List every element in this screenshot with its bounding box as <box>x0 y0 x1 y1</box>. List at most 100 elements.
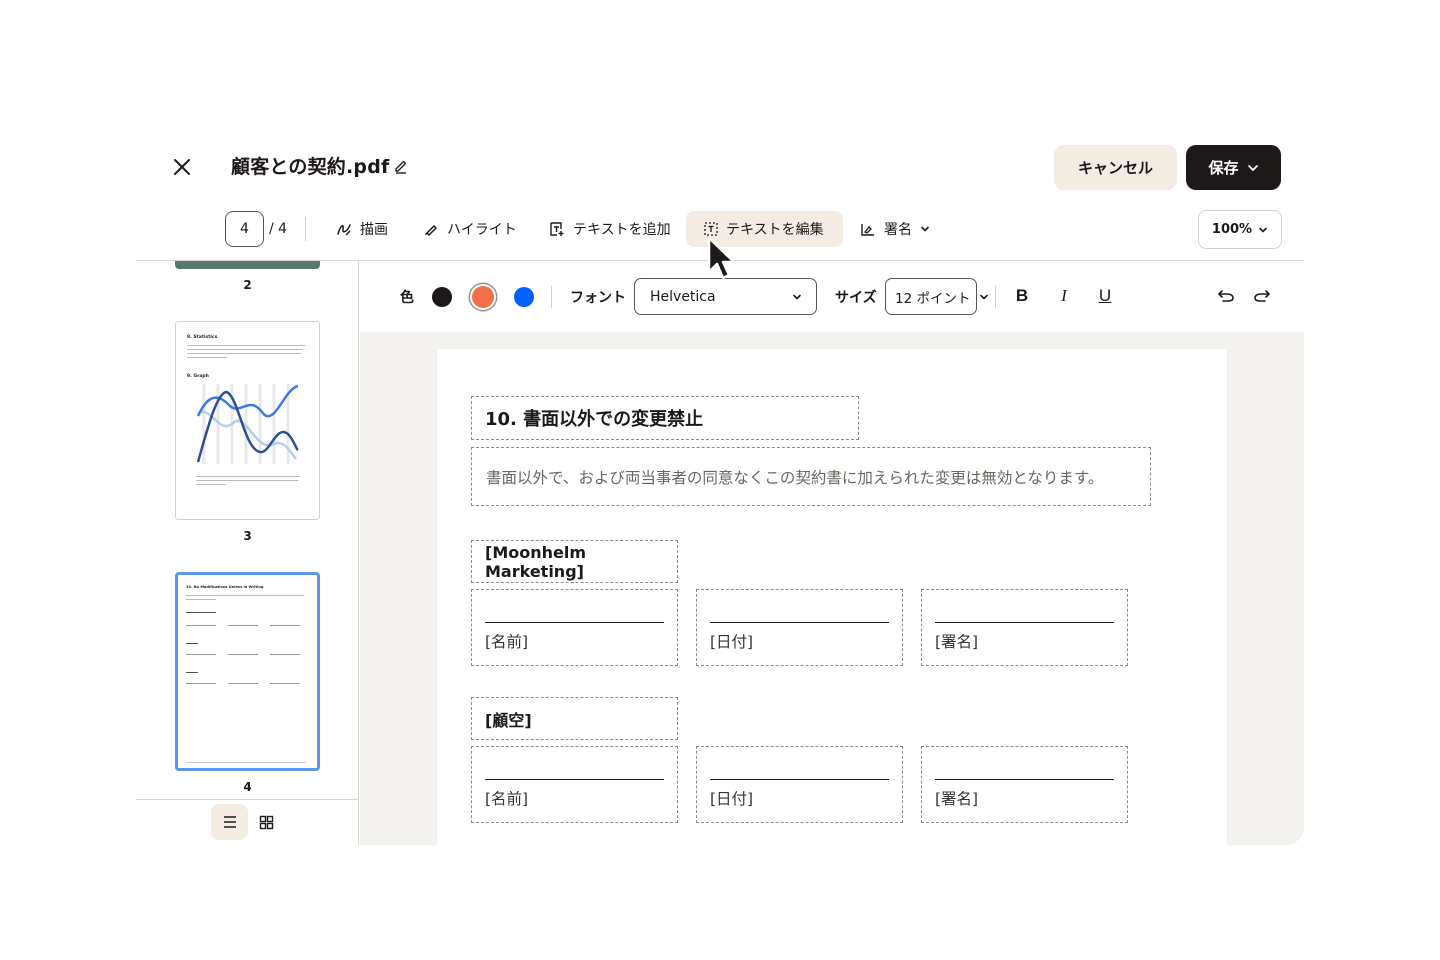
signature-line <box>186 625 216 626</box>
tool-edit-text[interactable]: テキストを編集 <box>686 211 843 247</box>
signature-line <box>710 622 889 623</box>
toolbar-separator <box>305 217 306 241</box>
save-button-label: 保存 <box>1208 159 1239 177</box>
signature-line <box>270 654 300 655</box>
section-title-textbox[interactable]: 10. 書面以外での変更禁止 <box>471 396 859 440</box>
page-number-input[interactable]: 4 <box>225 211 264 247</box>
chevron-down-icon <box>1247 164 1258 171</box>
text-line <box>186 599 216 600</box>
undo-button[interactable] <box>1212 282 1240 310</box>
text-line <box>187 353 301 354</box>
party-1-signature-field[interactable]: [署名] <box>921 589 1128 666</box>
page-thumbnail-2[interactable] <box>175 261 320 269</box>
format-separator <box>995 286 996 308</box>
redo-button[interactable] <box>1248 282 1276 310</box>
thumbnail-page-number: 2 <box>243 278 252 292</box>
page-thumbnail-3[interactable]: 8. Statistics 9. Graph <box>175 321 320 520</box>
bold-button[interactable]: B <box>1008 282 1036 310</box>
party-2-date-field[interactable]: [日付] <box>696 746 903 823</box>
tool-add-text[interactable]: テキストを追加 <box>539 211 681 247</box>
text-line <box>186 595 304 596</box>
tool-add-text-label: テキストを追加 <box>573 222 671 238</box>
party-1-textbox[interactable]: [Moonhelm Marketing] <box>471 540 678 583</box>
underline-button[interactable]: U <box>1091 282 1119 310</box>
color-swatch-orange[interactable] <box>472 286 494 308</box>
page-thumbnail-4[interactable]: 10. No Modifications Unless in Writing <box>175 572 320 771</box>
thumbnail-heading: 9. Graph <box>187 374 209 379</box>
text-line <box>186 672 198 673</box>
tool-highlight-label: ハイライト <box>447 222 517 238</box>
party-1-name-field[interactable]: [名前] <box>471 589 678 666</box>
date-placeholder: [日付] <box>710 633 754 651</box>
zoom-value: 100% <box>1211 222 1253 237</box>
signature-line <box>228 683 258 684</box>
color-swatch-black[interactable] <box>432 287 452 307</box>
thumbnail-page-number: 4 <box>243 780 252 794</box>
tool-draw[interactable]: 描画 <box>326 211 398 247</box>
list-icon <box>223 816 236 828</box>
signature-line <box>485 779 664 780</box>
thumbnail-heading: 8. Statistics <box>187 335 218 340</box>
text-line <box>187 349 303 350</box>
text-format-bar: 色 フォント Helvetica サイズ 12 ポイント B I U <box>360 261 1304 332</box>
text-line <box>196 484 226 485</box>
color-swatch-blue[interactable] <box>514 287 534 307</box>
text-line <box>187 357 227 358</box>
tool-highlight[interactable]: ハイライト <box>413 211 527 247</box>
font-family-dropdown[interactable]: Helvetica <box>634 278 817 315</box>
signature-line <box>935 622 1114 623</box>
undo-icon <box>1218 290 1234 302</box>
rename-button[interactable] <box>393 158 411 176</box>
cancel-button[interactable]: キャンセル <box>1054 145 1177 190</box>
font-size-dropdown[interactable]: 12 ポイント <box>885 278 977 315</box>
chevron-down-icon <box>921 226 929 232</box>
tool-signature[interactable]: 署名 <box>850 211 940 247</box>
draw-icon <box>337 224 351 236</box>
party-2-name-field[interactable]: [名前] <box>471 746 678 823</box>
name-placeholder: [名前] <box>485 633 529 651</box>
grid-icon <box>259 815 274 829</box>
format-separator <box>551 286 552 308</box>
thumbnail-page-number: 3 <box>243 529 252 543</box>
zoom-dropdown[interactable]: 100% <box>1198 210 1282 249</box>
signature-placeholder: [署名] <box>935 633 979 651</box>
name-placeholder: [名前] <box>485 790 529 808</box>
redo-icon <box>1254 290 1270 302</box>
signature-line <box>935 779 1114 780</box>
close-button[interactable] <box>168 153 196 181</box>
chevron-down-icon[interactable] <box>979 292 989 302</box>
chevron-down-icon <box>1259 227 1267 233</box>
tool-edit-text-label: テキストを編集 <box>726 222 824 238</box>
signature-line <box>228 625 258 626</box>
signature-line <box>710 779 889 780</box>
signature-placeholder: [署名] <box>935 790 979 808</box>
highlighter-icon <box>424 225 437 236</box>
list-view-button[interactable] <box>211 804 248 840</box>
chevron-down-icon <box>793 294 801 300</box>
document-page: 10. 書面以外での変更禁止 書面以外で、および両当事者の同意なくこの契約書に加… <box>437 349 1227 845</box>
text-line <box>186 612 216 613</box>
document-canvas: 10. 書面以外での変更禁止 書面以外で、および両当事者の同意なくこの契約書に加… <box>360 332 1304 845</box>
party-2-signature-field[interactable]: [署名] <box>921 746 1128 823</box>
thumbnail-heading: 10. No Modifications Unless in Writing <box>186 585 264 589</box>
text-line <box>186 643 198 644</box>
date-placeholder: [日付] <box>710 790 754 808</box>
italic-button[interactable]: I <box>1050 282 1078 310</box>
signature-line <box>186 654 216 655</box>
section-body-textbox[interactable]: 書面以外で、および両当事者の同意なくこの契約書に加えられた変更は無効となります。 <box>471 447 1151 506</box>
party-1-date-field[interactable]: [日付] <box>696 589 903 666</box>
party-2-textbox[interactable]: [顧空] <box>471 697 678 740</box>
color-label: 色 <box>400 290 414 306</box>
edit-text-icon <box>704 222 718 236</box>
signature-line <box>186 683 216 684</box>
page-total: / 4 <box>269 221 288 237</box>
text-line <box>196 476 300 477</box>
font-family-value: Helvetica <box>650 288 716 305</box>
close-icon <box>174 159 190 175</box>
signature-icon <box>861 224 874 236</box>
save-button[interactable]: 保存 <box>1186 145 1281 190</box>
text-line <box>187 345 305 346</box>
text-line <box>196 480 298 481</box>
grid-view-button[interactable] <box>248 804 285 840</box>
signature-line <box>485 622 664 623</box>
